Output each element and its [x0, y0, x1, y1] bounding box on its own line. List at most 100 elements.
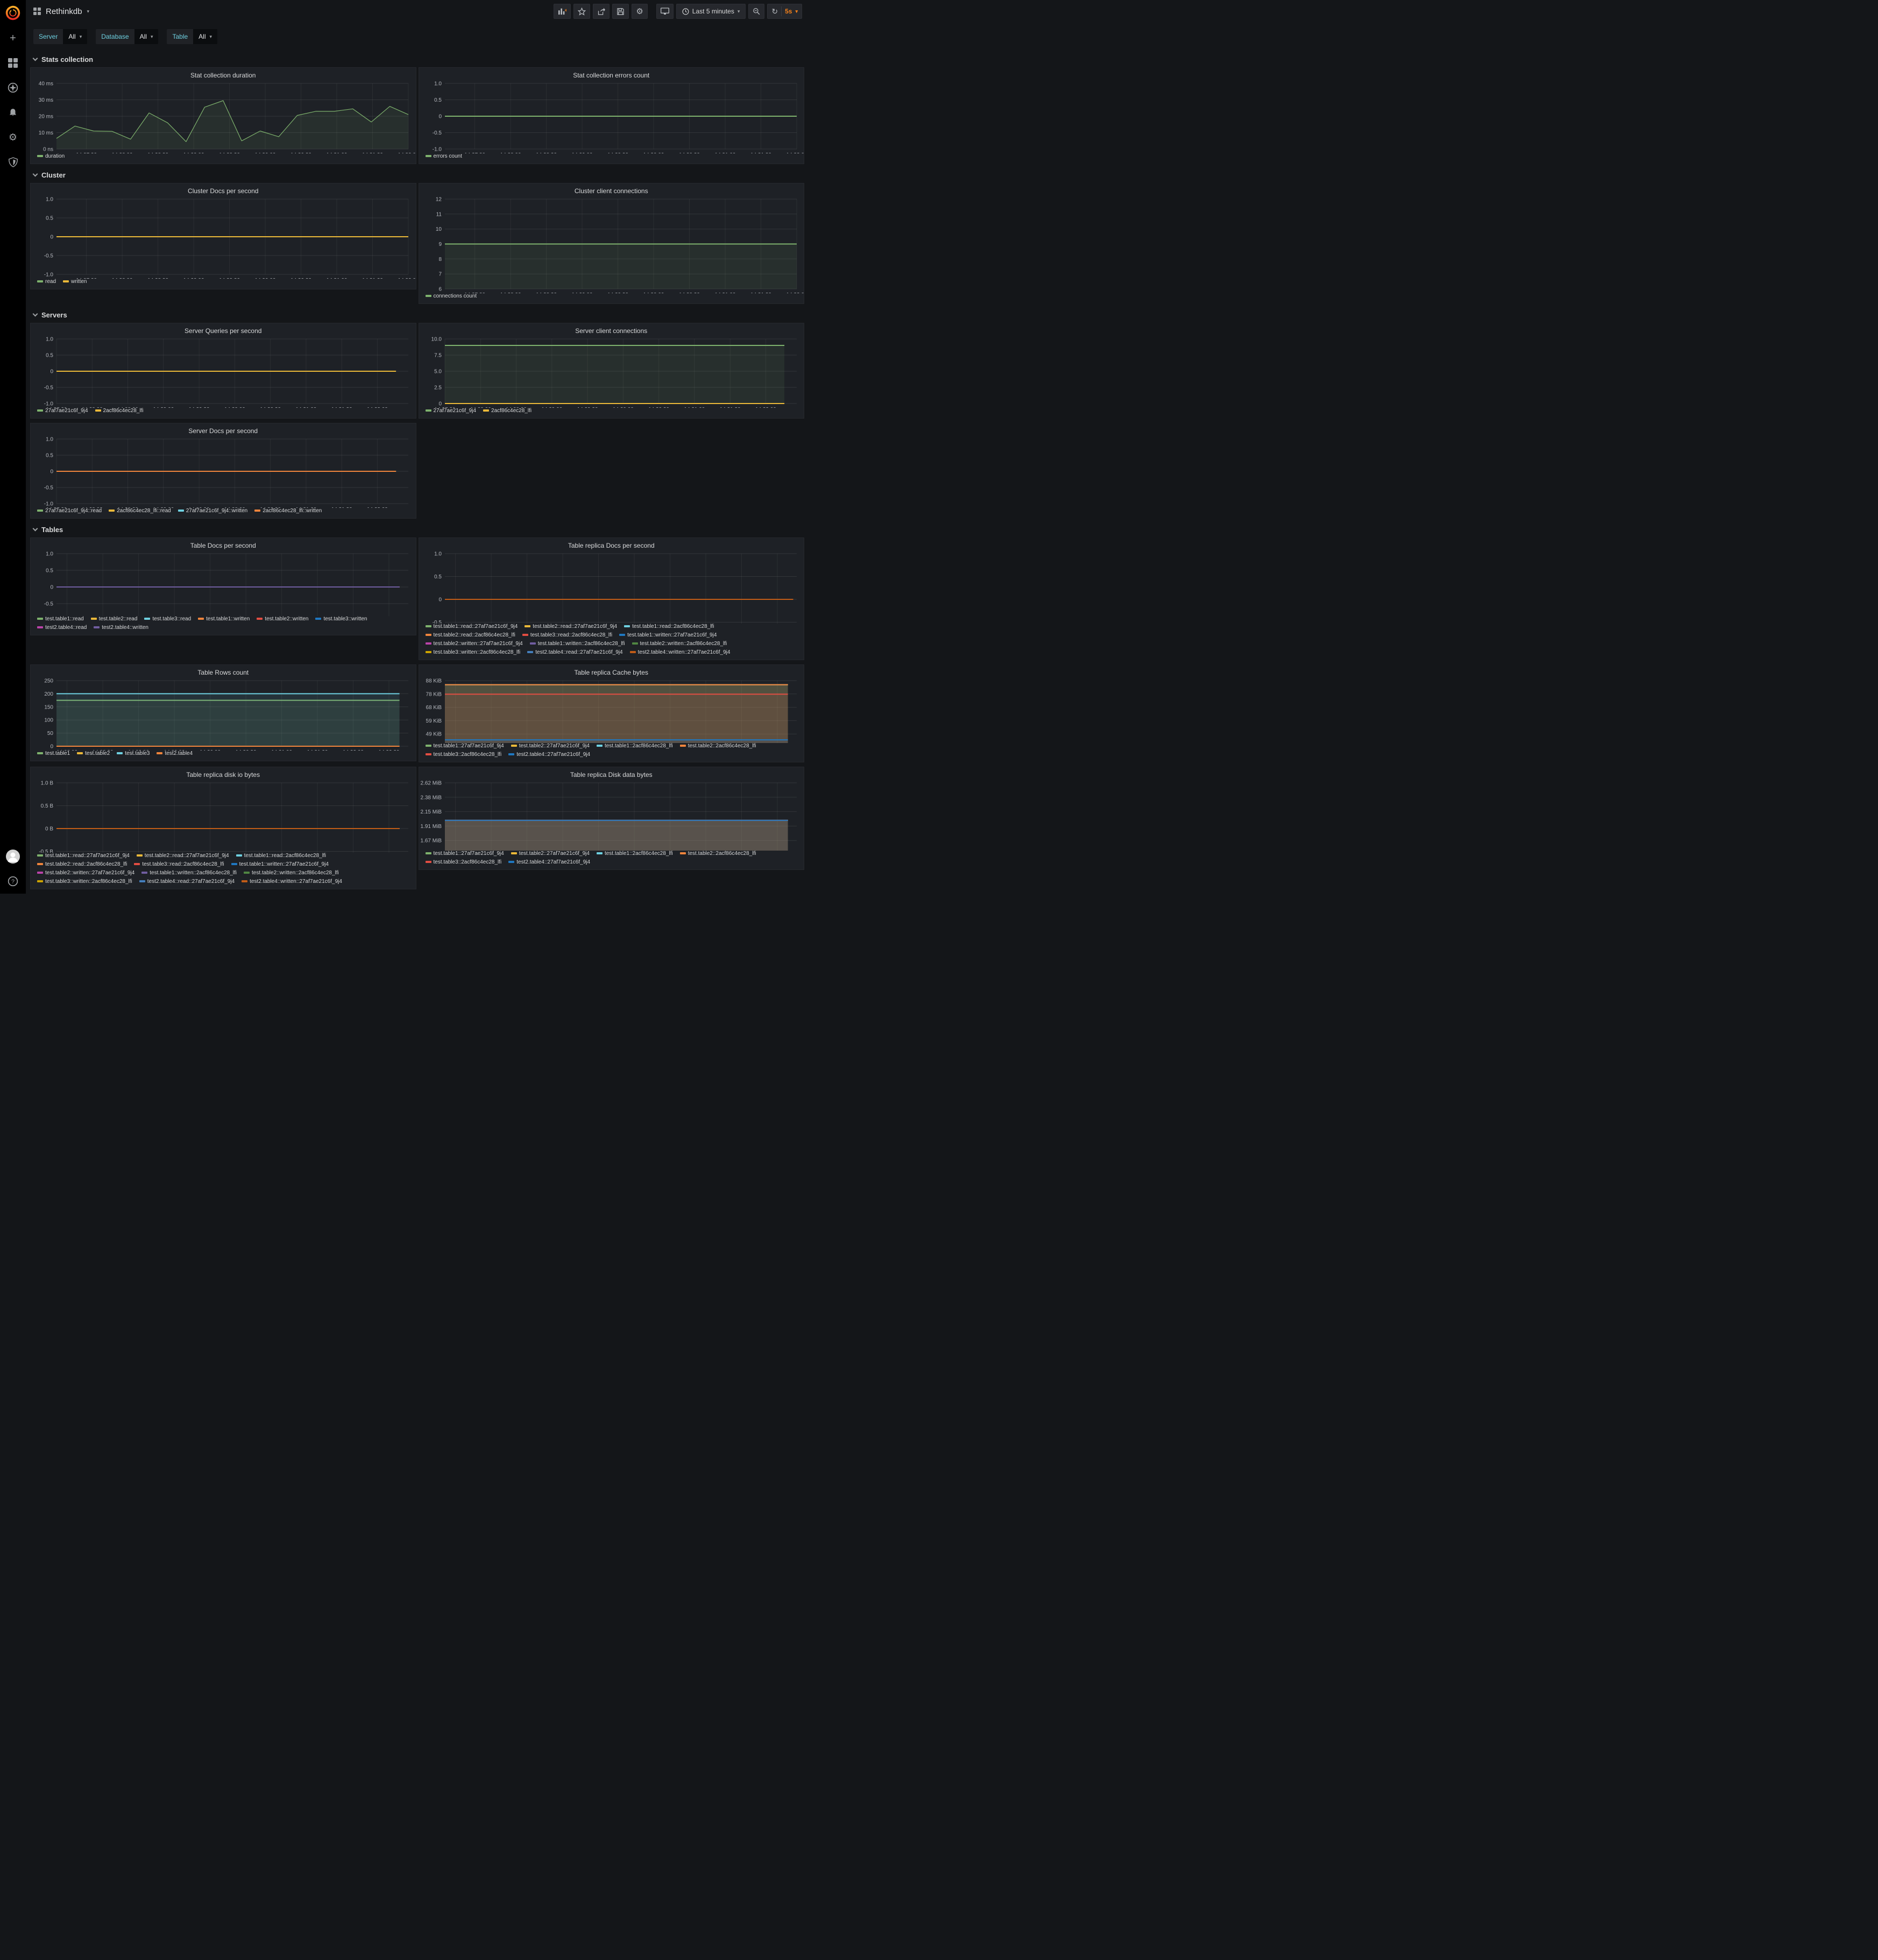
legend-item[interactable]: test.table3::written — [315, 616, 367, 622]
legend-item[interactable]: test.table3::2acf86c4ec28_lfi — [426, 859, 502, 866]
legend-item[interactable]: read — [37, 279, 56, 285]
legend-item[interactable]: test.table1::2acf86c4ec28_lfi — [597, 851, 673, 857]
legend-item[interactable]: test2.table4 — [157, 751, 193, 757]
legend-item[interactable]: test.table1::2acf86c4ec28_lfi — [597, 743, 673, 749]
legend-item[interactable]: test2.table4::written — [94, 625, 148, 631]
legend-item[interactable]: test.table1::written::27af7ae21c6f_9j4 — [619, 632, 717, 639]
legend-item[interactable]: written — [63, 279, 87, 285]
legend-item[interactable]: test.table2::2acf86c4ec28_lfi — [680, 851, 756, 857]
legend-item[interactable]: test.table2::written::2acf86c4ec28_lfi — [244, 870, 339, 876]
chart-table-replica-cache-bytes[interactable]: 39 KiB49 KiB59 KiB68 KiB78 KiB88 KiB14:2… — [419, 676, 804, 743]
legend-item[interactable]: test.table1::read::2acf86c4ec28_lfi — [624, 624, 714, 630]
legend-item[interactable]: test.table2::27af7ae21c6f_9j4 — [511, 743, 590, 749]
panel-title[interactable]: Table Rows count — [31, 665, 416, 676]
legend-item[interactable]: 2acf86c4ec28_lfi — [483, 408, 531, 414]
dashboard-title-group[interactable]: Rethinkdb ▾ — [33, 7, 89, 16]
legend-item[interactable]: test.table2::written::2acf86c4ec28_lfi — [632, 641, 727, 647]
legend-item[interactable]: test2.table4::read — [37, 625, 87, 631]
star-dashboard-button[interactable] — [573, 4, 590, 19]
panel-title[interactable]: Table replica Docs per second — [419, 538, 804, 549]
explore-compass-icon[interactable] — [0, 75, 26, 100]
chart-table-replica-disk-io-bytes[interactable]: -1.0 B-0.5 B0 B0.5 B1.0 B14:28:0014:28:3… — [31, 779, 416, 853]
grafana-logo[interactable] — [0, 0, 26, 26]
legend-item[interactable]: test.table1::written::27af7ae21c6f_9j4 — [231, 861, 329, 868]
time-range-picker[interactable]: Last 5 minutes ▾ — [676, 4, 746, 19]
filter-table[interactable]: Table All▾ — [167, 29, 217, 44]
panel-title[interactable]: Cluster client connections — [419, 183, 804, 195]
legend-item[interactable]: test2.table4::written::27af7ae21c6f_9j4 — [630, 649, 731, 656]
legend-item[interactable]: 2acf86c4ec28_lfi::written — [254, 508, 322, 514]
legend-item[interactable]: test.table2::2acf86c4ec28_lfi — [680, 743, 756, 749]
chart-stat-collection-errors[interactable]: -1.0-0.500.51.014:27:3014:28:0014:28:301… — [419, 79, 804, 153]
legend-item[interactable]: test.table1::written — [198, 616, 250, 622]
legend-item[interactable]: test.table2::written — [257, 616, 308, 622]
chart-table-rows-count[interactable]: 05010015020025014:28:0014:28:3014:29:001… — [31, 676, 416, 751]
chart-cluster-docs-per-second[interactable]: -1.0-0.500.51.014:27:3014:28:0014:28:301… — [31, 195, 416, 279]
chart-table-replica-disk-data-bytes[interactable]: 1.43 MiB1.67 MiB1.91 MiB2.15 MiB2.38 MiB… — [419, 779, 804, 851]
panel-title[interactable]: Server Queries per second — [31, 323, 416, 335]
share-dashboard-button[interactable] — [593, 4, 610, 19]
dashboards-icon[interactable] — [0, 51, 26, 75]
legend-item[interactable]: test2.table4::27af7ae21c6f_9j4 — [508, 859, 590, 866]
legend-item[interactable]: test.table2::read::2acf86c4ec28_lfi — [37, 861, 127, 868]
chart-stat-collection-duration[interactable]: 0 ns10 ms20 ms30 ms40 ms14:27:3014:28:00… — [31, 79, 416, 153]
user-avatar[interactable] — [0, 844, 26, 869]
legend-item[interactable]: test.table1::written::2acf86c4ec28_lfi — [530, 641, 625, 647]
legend-item[interactable]: test.table1::read — [37, 616, 84, 622]
legend-item[interactable]: test.table1::written::2acf86c4ec28_lfi — [141, 870, 237, 876]
legend-item[interactable]: test.table1::read::27af7ae21c6f_9j4 — [426, 624, 518, 630]
cycle-view-mode-button[interactable] — [656, 4, 674, 19]
legend-item[interactable]: test.table1::27af7ae21c6f_9j4 — [426, 851, 504, 857]
legend-item[interactable]: test.table3::2acf86c4ec28_lfi — [426, 752, 502, 758]
legend-item[interactable]: test.table3 — [117, 751, 150, 757]
panel-title[interactable]: Table replica Cache bytes — [419, 665, 804, 676]
zoom-out-time-button[interactable] — [748, 4, 764, 19]
chart-table-replica-docs-per-second[interactable]: -1.0-0.500.51.014:28:0014:28:3014:29:001… — [419, 549, 804, 624]
create-plus-icon[interactable]: + — [0, 26, 26, 51]
save-dashboard-button[interactable] — [612, 4, 629, 19]
legend-item[interactable]: test2.table4::written::27af7ae21c6f_9j4 — [242, 879, 342, 885]
legend-item[interactable]: test.table2::read::27af7ae21c6f_9j4 — [137, 853, 229, 859]
legend-item[interactable]: test2.table4::read::27af7ae21c6f_9j4 — [527, 649, 622, 656]
configuration-gear-icon[interactable]: ⚙ — [0, 125, 26, 150]
panel-title[interactable]: Table replica Disk data bytes — [419, 767, 804, 779]
legend-item[interactable]: 27af7ae21c6f_9j4::written — [178, 508, 248, 514]
section-header-tables[interactable]: Tables — [26, 523, 809, 537]
filter-database[interactable]: Database All▾ — [96, 29, 158, 44]
dashboard-title[interactable]: Rethinkdb — [46, 7, 82, 16]
legend-item[interactable]: test.table3::read::2acf86c4ec28_lfi — [522, 632, 612, 639]
legend-item[interactable]: test.table1::read::2acf86c4ec28_lfi — [236, 853, 326, 859]
legend-item[interactable]: test.table2::read::2acf86c4ec28_lfi — [426, 632, 515, 639]
section-header-cluster[interactable]: Cluster — [26, 168, 809, 183]
legend-item[interactable]: errors count — [426, 153, 462, 160]
alerting-bell-icon[interactable] — [0, 100, 26, 125]
legend-item[interactable]: test.table3::read::2acf86c4ec28_lfi — [134, 861, 224, 868]
legend-item[interactable]: duration — [37, 153, 65, 160]
help-icon[interactable]: ? — [0, 869, 26, 894]
legend-item[interactable]: test2.table4::27af7ae21c6f_9j4 — [508, 752, 590, 758]
legend-item[interactable]: test.table2::written::27af7ae21c6f_9j4 — [426, 641, 523, 647]
legend-item[interactable]: 27af7ae21c6f_9j4 — [37, 408, 88, 414]
legend-item[interactable]: 27af7ae21c6f_9j4 — [426, 408, 477, 414]
panel-title[interactable]: Stat collection duration — [31, 68, 416, 79]
legend-item[interactable]: test.table3::read — [144, 616, 191, 622]
legend-item[interactable]: test.table1::read::27af7ae21c6f_9j4 — [37, 853, 130, 859]
legend-item[interactable]: test2.table4::read::27af7ae21c6f_9j4 — [139, 879, 235, 885]
legend-item[interactable]: test.table1::27af7ae21c6f_9j4 — [426, 743, 504, 749]
chart-server-client-connections[interactable]: 02.55.07.510.014:27:3014:28:0014:28:3014… — [419, 335, 804, 408]
chart-table-docs-per-second[interactable]: -1.0-0.500.51.014:28:0014:28:3014:29:001… — [31, 549, 416, 616]
legend-item[interactable]: test.table3::written::2acf86c4ec28_lfi — [37, 879, 132, 885]
add-panel-button[interactable]: + — [554, 4, 571, 19]
legend-item[interactable]: 2acf86c4ec28_lfi — [95, 408, 144, 414]
chart-server-docs-per-second[interactable]: -1.0-0.500.51.014:27:3014:28:0014:28:301… — [31, 435, 416, 508]
legend-item[interactable]: test.table2::read::27af7ae21c6f_9j4 — [525, 624, 617, 630]
panel-title[interactable]: Server Docs per second — [31, 423, 416, 435]
dashboard-settings-button[interactable]: ⚙ — [632, 4, 647, 19]
panel-title[interactable]: Cluster Docs per second — [31, 183, 416, 195]
section-header-stats-collection[interactable]: Stats collection — [26, 53, 809, 67]
legend-item[interactable]: 2acf86c4ec28_lfi::read — [109, 508, 171, 514]
refresh-button[interactable]: ↻ 5s ▾ — [767, 4, 802, 19]
legend-item[interactable]: test.table2::27af7ae21c6f_9j4 — [511, 851, 590, 857]
legend-item[interactable]: test.table3::written::2acf86c4ec28_lfi — [426, 649, 521, 656]
panel-title[interactable]: Server client connections — [419, 323, 804, 335]
